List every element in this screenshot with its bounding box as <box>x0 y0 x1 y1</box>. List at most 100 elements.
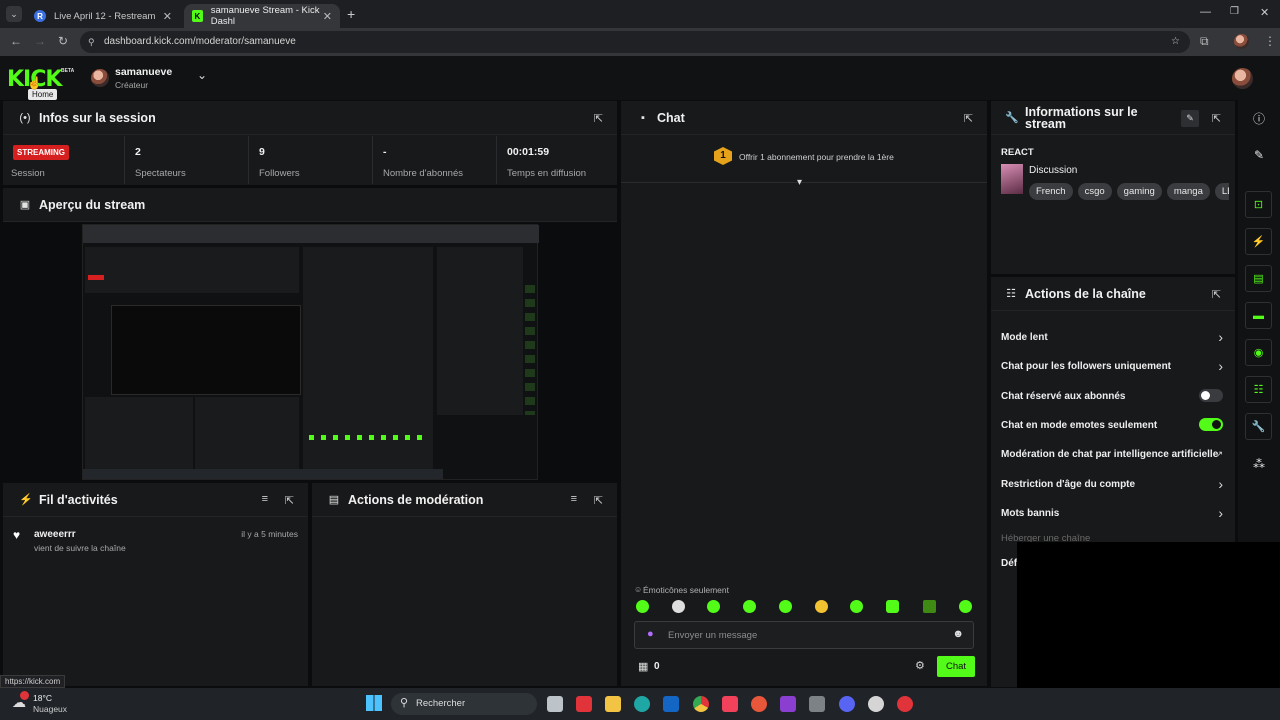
new-tab-button[interactable]: + <box>347 6 355 22</box>
rail-button-focus[interactable]: ⊡ <box>1245 191 1272 218</box>
popout-icon[interactable]: ⇱ <box>594 112 603 125</box>
extensions-icon[interactable]: ⧉ <box>1200 34 1209 49</box>
popout-icon[interactable]: ⇱ <box>964 112 973 125</box>
app-star-icon[interactable] <box>751 696 767 712</box>
emote-icon[interactable] <box>923 600 936 613</box>
store-icon[interactable]: ▦ <box>638 660 648 673</box>
stream-video-preview[interactable] <box>82 224 539 480</box>
emote-icon[interactable] <box>743 600 756 613</box>
chevron-right-icon: › <box>1218 476 1223 492</box>
outlook-icon[interactable] <box>663 696 679 712</box>
tab-list-button[interactable]: ⌄ <box>6 6 22 22</box>
account-avatar[interactable] <box>1232 68 1253 89</box>
profile-avatar[interactable] <box>1234 34 1249 49</box>
user-avatar[interactable] <box>91 69 109 87</box>
app-obs-icon[interactable] <box>897 696 913 712</box>
filter-icon[interactable]: ≡ <box>571 493 577 505</box>
action-banned-words[interactable]: Mots bannis › <box>1001 505 1223 528</box>
divider <box>124 136 125 184</box>
tag[interactable]: gaming <box>1116 183 1162 200</box>
task-view-icon[interactable] <box>547 696 563 712</box>
close-icon[interactable]: ✕ <box>323 10 332 23</box>
emote-icon[interactable] <box>636 600 649 613</box>
emote-icon[interactable] <box>886 600 899 613</box>
preview-rail <box>525 285 535 415</box>
popout-icon[interactable]: ⇱ <box>1212 288 1221 301</box>
emote-icon[interactable] <box>672 600 685 613</box>
subscribers-value: - <box>383 146 387 158</box>
emote-icon[interactable] <box>707 600 720 613</box>
emoji-icon[interactable]: ☻ <box>952 628 964 640</box>
edge-icon[interactable] <box>634 696 650 712</box>
pin-icon[interactable]: ▾ <box>797 177 802 188</box>
reload-icon[interactable]: ↻ <box>58 34 68 48</box>
rail-button-wrench[interactable]: 🔧 <box>1245 413 1272 440</box>
send-chat-button[interactable]: Chat <box>937 656 975 677</box>
info-icon[interactable]: ⓘ <box>1238 110 1280 127</box>
address-bar[interactable]: ⚲ dashboard.kick.com/moderator/samanueve… <box>80 31 1190 53</box>
action-age-restriction[interactable]: Restriction d'âge du compte › <box>1001 476 1223 499</box>
discord-icon[interactable] <box>839 696 855 712</box>
chevron-right-icon: › <box>1218 358 1223 374</box>
minimize-button[interactable]: — <box>1200 6 1211 18</box>
emote-icon[interactable] <box>815 600 828 613</box>
action-label: Chat en mode emotes seulement <box>1001 420 1158 431</box>
file-explorer-icon[interactable] <box>605 696 621 712</box>
rail-button-sliders[interactable]: ☷ <box>1245 376 1272 403</box>
window-close-button[interactable]: ✕ <box>1260 6 1269 19</box>
temperature[interactable]: 18°C <box>33 693 52 703</box>
tag[interactable]: French <box>1029 183 1073 200</box>
microphone-icon[interactable]: ● <box>647 628 654 640</box>
bookmark-star-icon[interactable]: ☆ <box>1171 31 1180 53</box>
tag[interactable]: manga <box>1166 183 1210 200</box>
rail-button-chat[interactable]: ▬ <box>1245 302 1272 329</box>
chrome-icon[interactable] <box>693 696 709 712</box>
sub-gift-banner[interactable]: 1 Offrir 1 abonnement pour prendre la 1è… <box>621 137 987 183</box>
user-name[interactable]: samanueve <box>115 66 172 78</box>
chevron-down-icon[interactable]: ⌄ <box>197 68 207 82</box>
emote-icon[interactable] <box>779 600 792 613</box>
app-purple-icon[interactable] <box>780 696 796 712</box>
taskbar-search[interactable]: ⚲ Rechercher <box>391 693 537 715</box>
app-white-icon[interactable] <box>868 696 884 712</box>
action-ai-moderation[interactable]: Modération de chat par intelligence arti… <box>1001 449 1223 469</box>
app-gray-icon[interactable] <box>809 696 825 712</box>
action-slow-mode[interactable]: Mode lent › <box>1001 329 1223 352</box>
stream-info-panel: 🔧 Informations sur le stream ✎ ⇱ REACT D… <box>991 101 1235 274</box>
back-icon[interactable]: ← <box>10 34 22 48</box>
right-rail: ⓘ ✎ ⊡ ⚡ ▤ ▬ ◉ ☷ 🔧 ⁂ <box>1238 100 1280 542</box>
emote-icon[interactable] <box>850 600 863 613</box>
menu-icon[interactable]: ⋮ <box>1264 34 1276 48</box>
rail-button-broadcast[interactable]: ◉ <box>1245 339 1272 366</box>
activity-user[interactable]: aweeerrr <box>34 529 76 540</box>
site-info-icon[interactable]: ⚲ <box>88 31 95 53</box>
windows-start-icon[interactable] <box>366 695 382 711</box>
preview-session-block <box>85 247 299 293</box>
popout-icon[interactable]: ⇱ <box>285 494 294 507</box>
rail-button-document[interactable]: ▤ <box>1245 265 1272 292</box>
edit-pencil-icon[interactable]: ✎ <box>1181 110 1199 127</box>
subscribers-only-toggle[interactable] <box>1199 389 1223 402</box>
chat-header: ▪ Chat ⇱ <box>621 101 987 135</box>
music-icon[interactable] <box>722 696 738 712</box>
maximize-button[interactable]: ❐ <box>1230 6 1239 17</box>
rail-button-lightning[interactable]: ⚡ <box>1245 228 1272 255</box>
close-icon[interactable]: ✕ <box>163 10 172 23</box>
forward-icon[interactable]: → <box>34 34 46 48</box>
tab-kick-dashboard[interactable]: K samanueve Stream - Kick Dashl ✕ <box>184 4 340 28</box>
tab-restream[interactable]: R Live April 12 - Restream ✕ <box>26 4 180 28</box>
nodes-icon[interactable]: ⁂ <box>1238 457 1280 471</box>
category-name[interactable]: Discussion <box>1029 165 1077 176</box>
emote-icon[interactable] <box>959 600 972 613</box>
popout-icon[interactable]: ⇱ <box>1212 112 1221 125</box>
settings-gear-icon[interactable]: ⚙ <box>915 659 925 672</box>
filter-icon[interactable]: ≡ <box>262 493 268 505</box>
message-input[interactable]: ● Envoyer un message ☻ <box>634 621 974 649</box>
tag[interactable]: LE <box>1214 183 1229 200</box>
popout-icon[interactable]: ⇱ <box>594 494 603 507</box>
emotes-only-toggle[interactable] <box>1199 418 1223 431</box>
app-red-icon[interactable] <box>576 696 592 712</box>
action-followers-only[interactable]: Chat pour les followers uniquement › <box>1001 358 1223 381</box>
tag[interactable]: csgo <box>1077 183 1112 200</box>
pencil-icon[interactable]: ✎ <box>1238 148 1280 162</box>
